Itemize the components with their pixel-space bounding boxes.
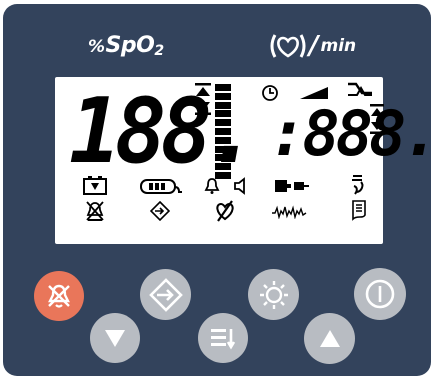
battery-level-icon bbox=[140, 179, 182, 194]
enter-button[interactable] bbox=[140, 269, 191, 320]
spo2-label-main: SpO bbox=[105, 33, 155, 58]
pulse-bargraph bbox=[215, 84, 231, 179]
pleth-wave-icon bbox=[272, 205, 307, 219]
triangle-down-icon bbox=[105, 330, 125, 347]
pulse-slash: / bbox=[309, 31, 319, 61]
spo2-label-sub: 2 bbox=[154, 43, 164, 59]
power-button[interactable] bbox=[354, 268, 406, 320]
pulse-rate-label: / min bbox=[269, 31, 356, 61]
record-icon bbox=[352, 200, 366, 221]
menu-button[interactable] bbox=[198, 313, 248, 363]
heart-icon bbox=[269, 33, 307, 59]
lcd-display: 188. :888. bbox=[55, 77, 435, 244]
trend-icon bbox=[348, 82, 372, 96]
pulse-rate-value: :888. bbox=[269, 97, 435, 170]
spo2-limit-arrows-icon bbox=[195, 83, 211, 115]
sensor-plug-icon bbox=[275, 180, 309, 192]
battery-charging-icon bbox=[83, 176, 107, 195]
oximeter-panel: %SpO2 / min 188.:888. bbox=[3, 4, 435, 376]
up-down-arrows-icon bbox=[370, 104, 384, 134]
pulse-colon: : bbox=[269, 97, 306, 170]
up-button[interactable] bbox=[304, 313, 355, 364]
alarm-off-icon bbox=[86, 201, 104, 221]
power-icon bbox=[365, 279, 395, 309]
triangle-up-icon bbox=[319, 329, 340, 347]
speaker-icon bbox=[234, 177, 245, 195]
alarm-bell-icon bbox=[204, 178, 220, 194]
enter-icon bbox=[150, 201, 170, 221]
menu-list-icon bbox=[211, 329, 236, 350]
spo2-label: %SpO2 bbox=[88, 33, 164, 59]
brightness-button[interactable] bbox=[248, 269, 299, 320]
alarm-off-icon bbox=[48, 284, 70, 308]
sun-icon bbox=[259, 280, 288, 309]
finger-probe-icon bbox=[352, 175, 364, 195]
pulse-unit: min bbox=[320, 36, 357, 56]
down-button[interactable] bbox=[90, 313, 140, 363]
pulse-search-icon bbox=[216, 200, 234, 222]
alarm-silence-button[interactable] bbox=[34, 271, 84, 321]
enter-icon bbox=[148, 277, 183, 312]
spo2-percent-sign: % bbox=[88, 37, 105, 57]
